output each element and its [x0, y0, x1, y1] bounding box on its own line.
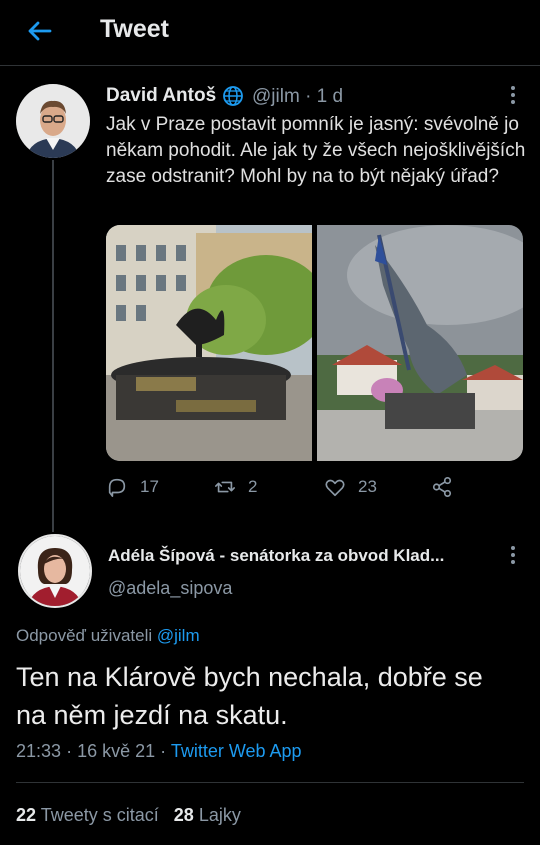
- avatar[interactable]: [18, 534, 92, 608]
- separator: ·: [305, 86, 312, 107]
- quote-label: Tweety s citací: [40, 805, 159, 825]
- avatar[interactable]: [16, 84, 90, 158]
- author-handle: @jilm · 1 d: [252, 86, 343, 108]
- tweet-text: Ten na Klárově bych nechala, dobře se na…: [16, 662, 483, 730]
- retweet-button[interactable]: 2: [214, 476, 257, 498]
- author-name[interactable]: Adéla Šípová - senátorka za obvod Klad..…: [108, 546, 444, 566]
- quote-tweets-link[interactable]: 22 Tweety s citací: [16, 805, 159, 825]
- author-name[interactable]: David Antoš: [106, 85, 216, 107]
- tweet-text: Jak v Praze postavit pomník je jasný: sv…: [106, 114, 526, 187]
- reply-count: 17: [140, 477, 159, 496]
- tweet-date: 16 kvě 21: [77, 741, 156, 761]
- separator: ·: [160, 741, 167, 761]
- mention-link[interactable]: @jilm: [157, 626, 200, 645]
- likes-link[interactable]: 28 Lajky: [174, 805, 241, 825]
- tweet-time: 1 d: [316, 86, 344, 107]
- retweet-icon: [215, 481, 235, 493]
- like-label: Lajky: [198, 805, 241, 825]
- share-icon: [432, 477, 452, 497]
- more-options-icon[interactable]: [508, 86, 518, 108]
- reply-button[interactable]: 17: [106, 476, 159, 498]
- source-link[interactable]: Twitter Web App: [171, 741, 302, 761]
- tweet-time: 21:33: [16, 741, 62, 761]
- separator: ·: [66, 741, 73, 761]
- quote-count: 22: [16, 805, 37, 825]
- globe-icon: [223, 86, 243, 106]
- handle-text: @jilm: [252, 86, 300, 107]
- page-title: Tweet: [100, 15, 169, 43]
- reply-context: Odpověď uživateli @jilm: [16, 626, 200, 646]
- heart-icon: [325, 479, 345, 497]
- like-count: 28: [173, 805, 194, 825]
- like-count: 23: [358, 477, 377, 496]
- more-options-icon[interactable]: [508, 546, 518, 568]
- tweet-photo[interactable]: [106, 225, 312, 461]
- top-bar: Tweet: [0, 0, 540, 66]
- author-handle: @adela_sipova: [108, 578, 233, 598]
- reply-prefix: Odpověď uživateli: [16, 626, 153, 645]
- tweet-photo[interactable]: [317, 225, 523, 461]
- divider: [16, 782, 524, 783]
- like-button[interactable]: 23: [324, 476, 377, 498]
- thread-connector: [52, 160, 54, 532]
- retweet-count: 2: [248, 477, 258, 496]
- arrow-left-icon[interactable]: [24, 16, 54, 46]
- share-button[interactable]: [431, 476, 453, 498]
- tweet-stats: 22 Tweety s citací 28 Lajky: [16, 805, 241, 826]
- reply-icon: [108, 478, 126, 497]
- tweet-meta: 21:33 · 16 kvě 21 · Twitter Web App: [16, 741, 302, 762]
